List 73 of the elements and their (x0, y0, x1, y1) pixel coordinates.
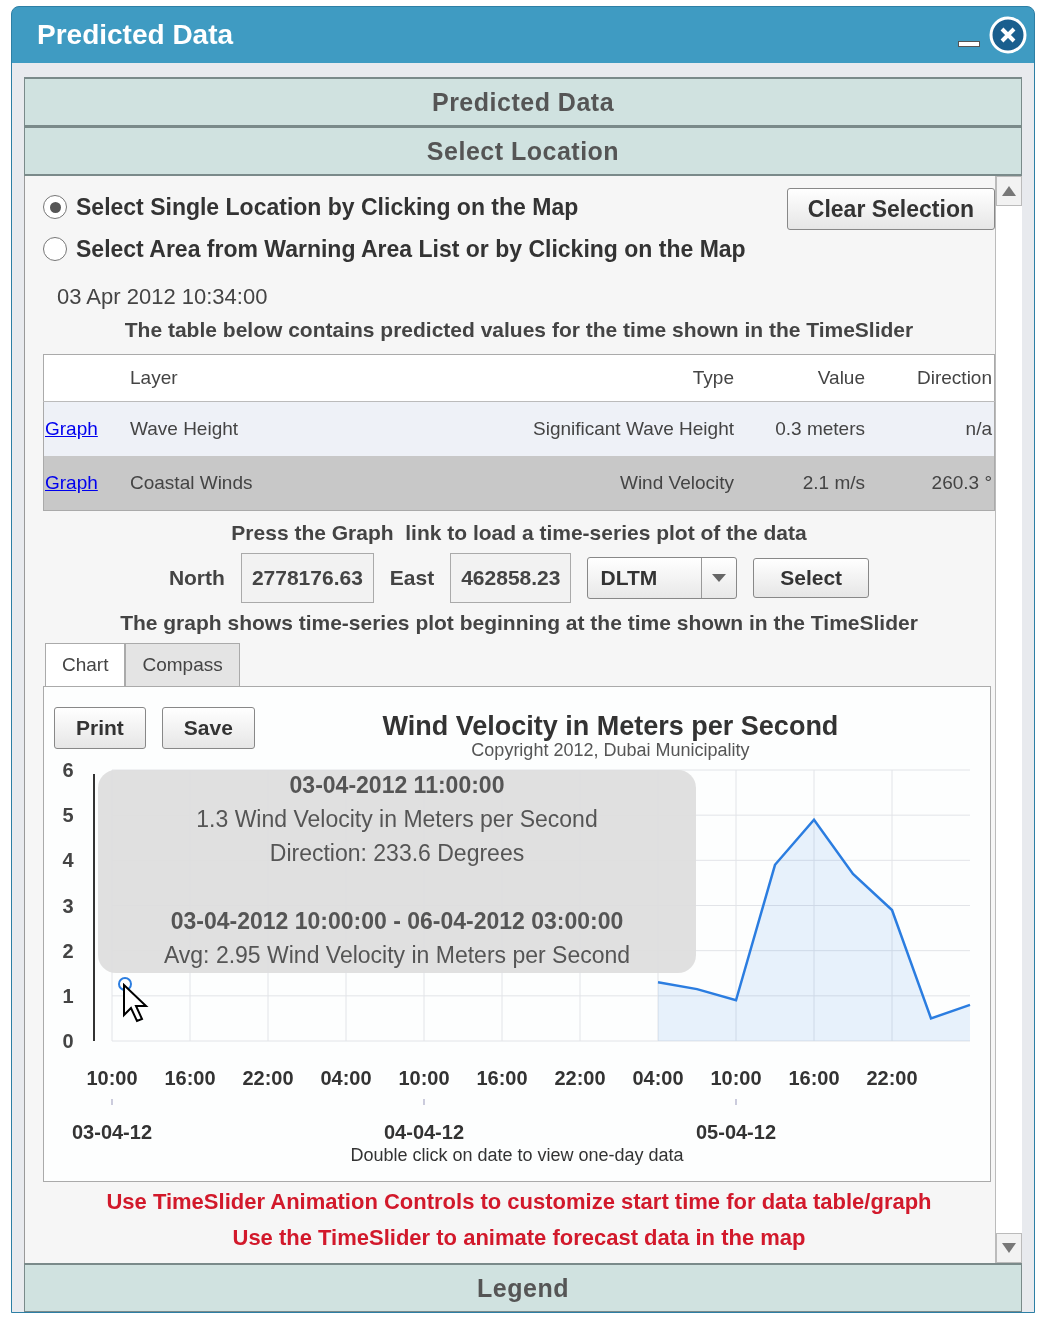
table-cell: 260.3 ° (931, 472, 992, 493)
window-title: Predicted Data (37, 19, 235, 51)
caret-icon (712, 574, 727, 582)
x-tick-label: 22:00 (242, 1067, 294, 1089)
column-header: Layer (130, 367, 178, 388)
warning-text: Use TimeSlider Animation Controls to customize start time for data table/graph (105, 1188, 933, 1216)
y-tick-label: 5 (62, 804, 74, 827)
radio-button[interactable] (43, 237, 67, 261)
minimize-button[interactable] (958, 41, 980, 47)
north-field[interactable]: 2778176.63 (240, 553, 374, 603)
print-button[interactable]: Print (54, 707, 146, 749)
graph-link[interactable]: Graph (45, 472, 98, 493)
north-label: North (168, 566, 225, 590)
scroll-up-button[interactable] (996, 176, 1022, 206)
table-cell: Significant Wave Height (533, 418, 734, 439)
x-tick-label: 04:00 (320, 1067, 372, 1089)
accordion-header[interactable]: Legend (24, 1263, 1022, 1312)
date-label: 03-04-12 (71, 1121, 153, 1143)
tab[interactable]: Chart (45, 643, 126, 687)
date-label: 05-04-12 (695, 1121, 777, 1143)
column-header: Type (692, 367, 734, 388)
column-header: Value (817, 367, 865, 388)
chart-hint: Double click on date to view one-day data (349, 1145, 685, 1166)
down-arrow-icon (1002, 1243, 1016, 1253)
x-tick-label: 10:00 (710, 1067, 762, 1089)
tab[interactable]: Compass (125, 643, 240, 686)
accordion-header[interactable]: Predicted Data (24, 77, 1022, 126)
close-button[interactable] (988, 15, 1028, 55)
chart-tooltip: 03-04-2012 11:00:00 1.3 Wind Velocity in Meters per Second Direction: 233.6 Degrees 03-04-2012 10:00:00 - 06-04-2012 03:00:00 Avg: 2.95 Wind Velocity in Meters per Second (98, 770, 696, 973)
x-tick-label: 10:00 (398, 1067, 450, 1089)
scroll-down-button[interactable] (996, 1233, 1022, 1263)
table-cell: Coastal Winds (130, 472, 253, 493)
accordion-header[interactable]: Select Location (24, 126, 1022, 176)
table-cell: Wave Height (130, 418, 239, 439)
table-cell: 2.1 m/s (802, 472, 865, 493)
x-tick-label: 16:00 (476, 1067, 528, 1089)
table-note: The table below contains predicted values for the time shown in the TimeSlider (123, 318, 915, 342)
select-button[interactable]: Select (753, 558, 870, 598)
clear-selection-button[interactable]: Clear Selection (786, 188, 995, 230)
x-tick-label: 04:00 (632, 1067, 684, 1089)
save-button[interactable]: Save (161, 707, 255, 749)
table-row[interactable]: Graph Wave Height Significant Wave Height 0.3 meters n/a (43, 401, 995, 456)
y-tick-label: 0 (62, 1030, 74, 1052)
y-tick-label: 4 (62, 849, 74, 872)
projection-dropdown[interactable]: DLTM (587, 557, 738, 599)
table-cell: Wind Velocity (619, 472, 734, 493)
graph-note: The graph shows time-series plot beginning at the time shown in the TimeSlider (119, 611, 919, 635)
option-label: Select Single Location by Clicking on the Map (76, 193, 579, 221)
chart-subtitle: Copyright 2012, Dubai Municipality (471, 740, 751, 761)
column-header: Direction (917, 367, 992, 388)
east-label: East (389, 566, 435, 590)
x-tick-label: 16:00 (164, 1067, 216, 1089)
option-label: Select Area from Warning Area List or by Clicking on the Map (76, 235, 746, 263)
date-label: 04-04-12 (383, 1121, 465, 1143)
y-tick-label: 1 (62, 984, 74, 1007)
chart-title: Wind Velocity in Meters per Second (381, 711, 840, 742)
x-tick-label: 22:00 (866, 1067, 918, 1089)
y-tick-label: 2 (62, 939, 74, 962)
table-cell: n/a (965, 418, 992, 439)
x-tick-label: 22:00 (554, 1067, 606, 1089)
table-row[interactable]: Graph Coastal Winds Wind Velocity 2.1 m/s 260.3 ° (43, 456, 995, 511)
y-tick-label: 3 (62, 894, 74, 917)
warning-text: Use the TimeSlider to animate forecast data in the map (231, 1224, 807, 1252)
y-tick-label: 6 (62, 759, 74, 781)
x-tick-label: 16:00 (788, 1067, 840, 1089)
up-arrow-icon (1002, 186, 1016, 196)
graph-link[interactable]: Graph (45, 418, 98, 439)
x-tick-label: 10:00 (86, 1067, 138, 1089)
graph-note: Press the Graph link to load a time-series plot of the data (230, 521, 808, 545)
table-cell: 0.3 meters (775, 418, 865, 439)
timestamp: 03 Apr 2012 10:34:00 (57, 284, 269, 310)
east-field[interactable]: 462858.23 (450, 553, 572, 603)
radio-button[interactable] (43, 195, 67, 219)
